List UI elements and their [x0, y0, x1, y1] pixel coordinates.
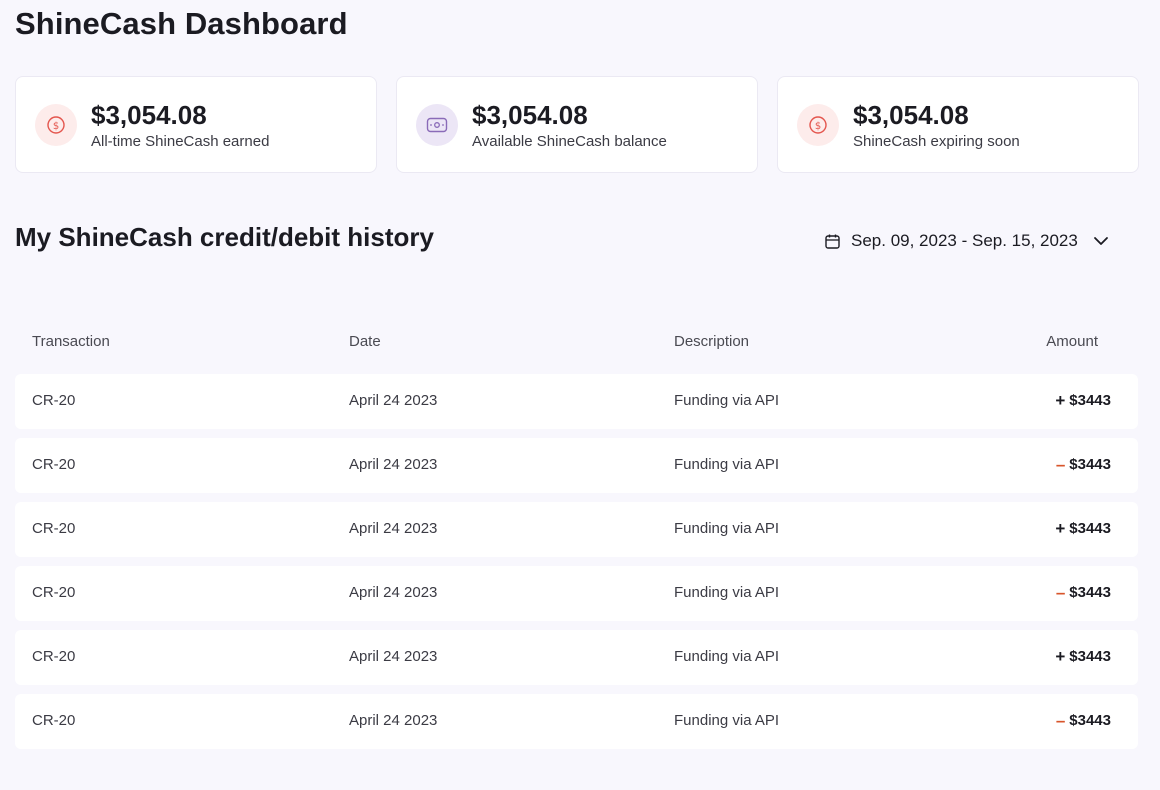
- transaction-amount: + $3443: [1055, 648, 1111, 665]
- transaction-id: CR-20: [32, 392, 76, 409]
- transaction-id: CR-20: [32, 712, 76, 729]
- transaction-date: April 24 2023: [349, 584, 438, 601]
- transaction-description: Funding via API: [674, 456, 780, 473]
- stat-card-expiring: $ $3,054.08 ShineCash expiring soon: [777, 76, 1139, 173]
- table-row[interactable]: CR-20 April 24 2023 Funding via API + $3…: [15, 502, 1138, 557]
- transaction-amount: + $3443: [1055, 392, 1111, 409]
- transaction-amount: – $3443: [1056, 584, 1111, 601]
- stat-card-available: $3,054.08 Available ShineCash balance: [396, 76, 758, 173]
- amount-value: $3443: [1069, 648, 1111, 665]
- transaction-id: CR-20: [32, 456, 76, 473]
- amount-value: $3443: [1069, 392, 1111, 409]
- stat-value: $3,054.08: [472, 99, 588, 130]
- transaction-id: CR-20: [32, 584, 76, 601]
- transaction-date: April 24 2023: [349, 392, 438, 409]
- debit-sign: –: [1055, 583, 1066, 602]
- transaction-amount: – $3443: [1056, 712, 1111, 729]
- stat-card-earned: $ $3,054.08 All-time ShineCash earned: [15, 76, 377, 173]
- table-row[interactable]: CR-20 April 24 2023 Funding via API – $3…: [15, 438, 1138, 493]
- calendar-icon: [825, 234, 840, 249]
- column-header-transaction: Transaction: [32, 333, 110, 350]
- stat-label: All-time ShineCash earned: [91, 132, 270, 150]
- transaction-id: CR-20: [32, 520, 76, 537]
- column-header-date: Date: [349, 333, 381, 350]
- coin-icon: $: [35, 103, 77, 146]
- debit-sign: –: [1055, 711, 1066, 730]
- svg-text:$: $: [53, 121, 59, 132]
- transaction-description: Funding via API: [674, 520, 780, 537]
- stat-value: $3,054.08: [91, 99, 207, 130]
- stats-row: $ $3,054.08 All-time ShineCash earned $3…: [15, 76, 1139, 173]
- amount-value: $3443: [1069, 520, 1111, 537]
- chevron-down-icon: [1093, 237, 1108, 245]
- stat-label: Available ShineCash balance: [472, 132, 667, 150]
- transaction-date: April 24 2023: [349, 648, 438, 665]
- stat-value: $3,054.08: [853, 99, 969, 130]
- column-header-description: Description: [674, 333, 750, 350]
- table-row[interactable]: CR-20 April 24 2023 Funding via API – $3…: [15, 566, 1138, 621]
- transaction-description: Funding via API: [674, 648, 780, 665]
- transaction-date: April 24 2023: [349, 520, 438, 537]
- column-header-amount: Amount: [1046, 333, 1098, 350]
- amount-value: $3443: [1069, 712, 1111, 729]
- transaction-description: Funding via API: [674, 584, 780, 601]
- table-row[interactable]: CR-20 April 24 2023 Funding via API – $3…: [15, 694, 1138, 749]
- transaction-date: April 24 2023: [349, 456, 438, 473]
- transaction-id: CR-20: [32, 648, 76, 665]
- credit-sign: +: [1055, 391, 1066, 410]
- credit-sign: +: [1055, 647, 1066, 666]
- table-row[interactable]: CR-20 April 24 2023 Funding via API + $3…: [15, 374, 1138, 429]
- page-title: ShineCash Dashboard: [15, 6, 348, 41]
- transaction-description: Funding via API: [674, 392, 780, 409]
- amount-value: $3443: [1069, 456, 1111, 473]
- dashboard-page: ShineCash Dashboard $ $3,054.08 All-time…: [0, 0, 1160, 790]
- transaction-description: Funding via API: [674, 712, 780, 729]
- transaction-amount: – $3443: [1056, 456, 1111, 473]
- wallet-icon: [416, 103, 458, 146]
- debit-sign: –: [1055, 455, 1066, 474]
- amount-value: $3443: [1069, 584, 1111, 601]
- transaction-amount: + $3443: [1055, 520, 1111, 537]
- date-range-label: Sep. 09, 2023 - Sep. 15, 2023: [851, 231, 1078, 250]
- date-range-picker[interactable]: Sep. 09, 2023 - Sep. 15, 2023: [824, 231, 1110, 251]
- table-row[interactable]: CR-20 April 24 2023 Funding via API + $3…: [15, 630, 1138, 685]
- transaction-date: April 24 2023: [349, 712, 438, 729]
- coin-icon: $: [797, 103, 839, 146]
- svg-text:$: $: [815, 121, 821, 132]
- credit-sign: +: [1055, 519, 1066, 538]
- history-title: My ShineCash credit/debit history: [15, 222, 434, 252]
- transaction-list: CR-20 April 24 2023 Funding via API + $3…: [15, 374, 1138, 758]
- stat-label: ShineCash expiring soon: [853, 132, 1020, 150]
- table-header: Transaction Date Description Amount: [15, 330, 1138, 354]
